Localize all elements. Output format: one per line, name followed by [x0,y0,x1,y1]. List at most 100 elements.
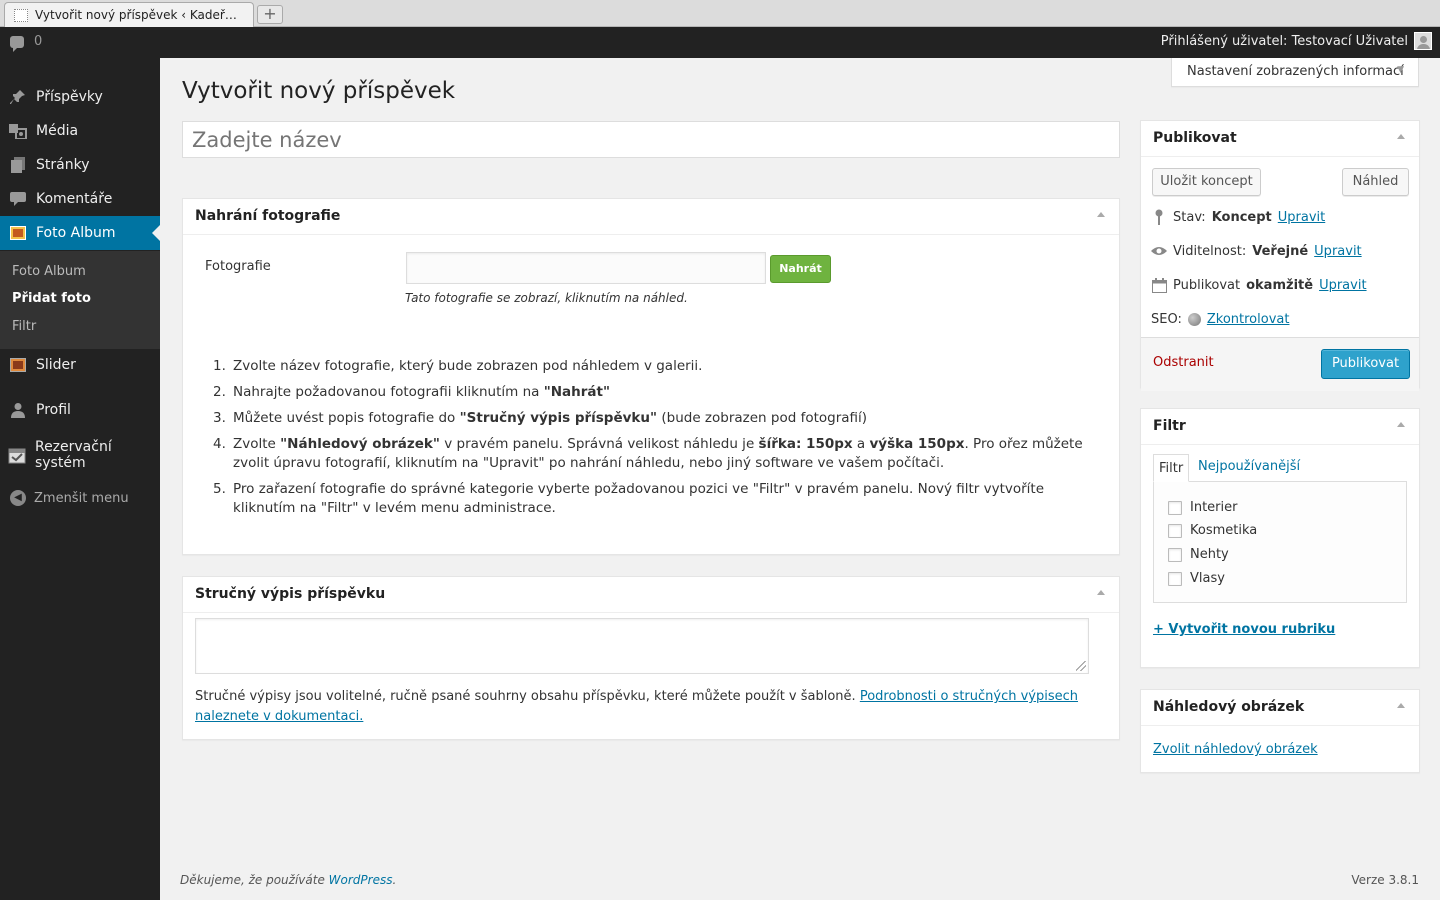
collapse-toggle-icon[interactable] [1397,703,1405,708]
category-checkbox[interactable] [1168,571,1182,586]
pages-icon [8,155,28,175]
collapse-toggle-icon[interactable] [1097,212,1105,217]
map-pin-icon [1151,209,1167,225]
admin-bar-comments[interactable]: 0 [10,34,42,52]
browser-tab-bar: Vytvořit nový příspěvek ‹ Kadeř… + [0,0,1440,27]
sidebar-item-label: Rezervační systém [34,439,112,471]
slider-icon [8,355,28,375]
featured-image-box: Náhledový obrázek Zvolit náhledový obráz… [1140,689,1420,773]
excerpt-box: Stručný výpis příspěvku Stručné výpisy j… [182,576,1120,740]
postbox-header[interactable]: Nahrání fotografie [183,199,1119,235]
postbox-header[interactable]: Filtr [1141,409,1419,445]
list-item[interactable]: Interier [1168,500,1237,515]
footer-thanks: Děkujeme, že používáte WordPress. [180,873,397,887]
list-item[interactable]: Nehty [1168,547,1229,562]
sidebar-item-pages[interactable]: Stránky [0,148,160,182]
post-status-row: Stav: Koncept Upravit [1151,209,1325,225]
list-item: 2. Nahrajte požadovanou fotografii kliknu… [213,384,611,400]
avatar [1414,32,1432,50]
postbox-header[interactable]: Publikovat [1141,121,1419,157]
sidebar-item-label: Slider [36,357,76,373]
preview-button[interactable]: Náhled [1342,168,1409,196]
sidebar-item-slider[interactable]: Slider [0,348,160,382]
postbox-header[interactable]: Stručný výpis příspěvku [183,577,1119,613]
eye-icon [1151,243,1167,259]
calendar-icon [1151,277,1167,293]
postbox-header[interactable]: Náhledový obrázek [1141,690,1419,726]
list-item[interactable]: Vlasy [1168,571,1225,586]
sidebar-item-media[interactable]: Média [0,114,160,148]
category-checkbox[interactable] [1168,500,1182,515]
instructions-list: 1. Zvolte název fotografie, který bude zo… [213,357,1093,525]
set-featured-image-link[interactable]: Zvolit náhledový obrázek [1153,742,1318,757]
photo-url-input[interactable] [406,252,766,284]
resize-handle-icon[interactable] [1076,661,1086,671]
postbox-title: Filtr [1153,418,1186,434]
admin-sidebar: Příspěvky Média Stránky Komentáře Foto A… [0,58,160,900]
sidebar-item-label: Profil [36,402,71,418]
excerpt-textarea[interactable] [195,618,1089,674]
sidebar-item-label: Komentáře [36,191,113,207]
submenu-item-add-photo[interactable]: Přidat foto [12,291,91,306]
list-item: 4. Zvolte "Náhledový obrázek" v pravém pa… [213,436,1083,471]
list-item: 1. Zvolte název fotografie, který bude zo… [213,358,703,374]
add-new-category-link[interactable]: + Vytvořit novou rubriku [1153,622,1335,637]
seo-row: SEO: Zkontrolovat [1151,312,1290,327]
category-checkbox[interactable] [1168,523,1182,538]
sidebar-item-posts[interactable]: Příspěvky [0,80,160,114]
browser-tab-title: Vytvořit nový příspěvek ‹ Kadeř… [35,8,237,22]
edit-status-link[interactable]: Upravit [1278,210,1325,225]
photo-upload-box: Nahrání fotografie Fotografie Nahrát Tat… [182,198,1120,555]
postbox-title: Náhledový obrázek [1153,699,1305,715]
profile-icon [8,400,28,420]
sidebar-item-label: Stránky [36,157,90,173]
list-item: 5. Pro zařazení fotografie do správné kat… [213,481,1045,516]
admin-bar-account[interactable]: Přihlášený uživatel: Testovací Uživatel [1161,32,1432,50]
submenu-item-filter[interactable]: Filtr [12,319,36,334]
footer-version: Verze 3.8.1 [1351,873,1419,887]
page-favicon-icon [14,9,28,22]
photo-field-label: Fotografie [205,259,271,274]
page-title: Vytvořit nový příspěvek [182,78,456,104]
screen-options-toggle[interactable]: Nastavení zobrazených informací ▼ [1171,58,1419,87]
collapse-menu-button[interactable]: ◀ Zmenšit menu [10,490,129,506]
seo-check-link[interactable]: Zkontrolovat [1207,312,1290,327]
admin-bar: 0 Přihlášený uživatel: Testovací Uživate… [0,27,1440,58]
edit-publish-time-link[interactable]: Upravit [1319,278,1366,293]
comments-icon [8,189,28,209]
chevron-down-icon: ▼ [1397,65,1404,75]
sidebar-item-photo-album[interactable]: Foto Album [0,216,160,250]
browser-tab[interactable]: Vytvořit nový příspěvek ‹ Kadeř… [4,2,254,27]
delete-link[interactable]: Odstranit [1153,355,1214,370]
collapse-toggle-icon[interactable] [1397,422,1405,427]
visibility-row: Viditelnost: Veřejné Upravit [1151,243,1362,259]
publish-time-row: Publikovat okamžitě Upravit [1151,277,1367,293]
publish-button[interactable]: Publikovat [1321,349,1410,379]
sidebar-item-reservation[interactable]: Rezervační systém [0,438,160,472]
reservation-icon [8,445,27,465]
save-draft-button[interactable]: Uložit koncept [1152,168,1261,196]
new-tab-button[interactable]: + [257,5,283,24]
post-title-input[interactable] [182,121,1120,158]
sidebar-item-comments[interactable]: Komentáře [0,182,160,216]
collapse-toggle-icon[interactable] [1097,590,1105,595]
photo-album-icon [8,223,28,243]
category-checklist: Interier Kosmetika Nehty Vlasy [1153,481,1407,603]
wordpress-link[interactable]: WordPress [329,873,393,887]
sidebar-item-profile[interactable]: Profil [0,393,160,427]
category-checkbox[interactable] [1168,547,1182,562]
collapse-arrow-icon: ◀ [10,490,26,506]
collapse-toggle-icon[interactable] [1397,134,1405,139]
photo-album-submenu: Foto Album Přidat foto Filtr [0,251,160,349]
tab-all-filters[interactable]: Filtr [1153,454,1189,482]
postbox-title: Publikovat [1153,130,1237,146]
submenu-item-photo-album[interactable]: Foto Album [12,264,86,279]
upload-button[interactable]: Nahrát [770,255,831,283]
list-item[interactable]: Kosmetika [1168,523,1257,538]
tab-most-used[interactable]: Nejpoužívanější [1198,459,1300,474]
excerpt-help-text: Stručné výpisy jsou volitelné, ručně psa… [195,689,1079,724]
publish-time-value: okamžitě [1246,277,1314,293]
edit-visibility-link[interactable]: Upravit [1314,244,1361,259]
major-publishing-actions: Odstranit Publikovat [1141,337,1419,391]
sidebar-item-label: Foto Album [36,225,116,241]
